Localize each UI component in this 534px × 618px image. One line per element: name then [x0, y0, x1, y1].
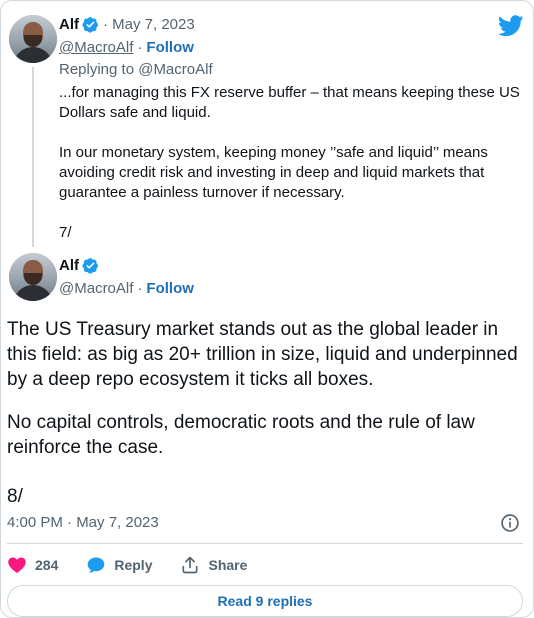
verified-badge-icon: [82, 258, 98, 274]
share-label: Share: [208, 557, 248, 573]
replying-to: Replying to @MacroAlf: [59, 61, 213, 78]
divider: [7, 543, 523, 544]
tweet2-handle-row: @MacroAlf · Follow: [59, 280, 194, 297]
like-count: 284: [35, 557, 59, 573]
avatar[interactable]: [9, 253, 57, 301]
author-name[interactable]: Alf: [59, 257, 79, 274]
reply-label: Reply: [114, 557, 153, 573]
avatar[interactable]: [9, 15, 57, 63]
info-icon[interactable]: [500, 513, 520, 533]
tweet-date[interactable]: · May 7, 2023: [103, 16, 195, 33]
tweet2-paragraph: The US Treasury market stands out as the…: [7, 319, 518, 390]
share-button[interactable]: Share: [180, 555, 247, 575]
author-handle[interactable]: @MacroAlf: [59, 39, 133, 56]
reply-button[interactable]: Reply: [86, 555, 152, 575]
tweet1-author-row: Alf · May 7, 2023: [59, 16, 195, 33]
author-handle[interactable]: @MacroAlf: [59, 280, 133, 297]
follow-button[interactable]: Follow: [146, 280, 194, 297]
tweet1-paragraph: In our monetary system, keeping money ’’…: [59, 144, 488, 201]
verified-badge-icon: [82, 17, 98, 33]
follow-button[interactable]: Follow: [146, 39, 194, 56]
author-name[interactable]: Alf: [59, 16, 79, 33]
read-replies-button[interactable]: Read 9 replies: [7, 585, 523, 617]
separator: ·: [137, 39, 143, 56]
twitter-bird-icon[interactable]: [498, 15, 524, 37]
separator: ·: [137, 280, 143, 297]
tweet2-thread-number: 8/: [7, 486, 23, 507]
share-upload-icon: [182, 556, 198, 574]
tweet2-paragraph: No capital controls, democratic roots an…: [7, 412, 475, 458]
tweet-timestamp[interactable]: 4:00 PM · May 7, 2023: [7, 514, 159, 531]
tweet1-handle-row: @MacroAlf · Follow: [59, 39, 194, 56]
thread-connector-line: [32, 67, 34, 247]
heart-icon: [8, 557, 26, 573]
speech-bubble-icon: [88, 557, 105, 573]
action-bar: 284 Reply Share: [7, 553, 275, 577]
like-button[interactable]: 284: [7, 555, 58, 575]
tweet1-paragraph: ...for managing this FX reserve buffer –…: [59, 84, 520, 121]
tweet-embed-card: Alf · May 7, 2023 @MacroAlf · Follow Rep…: [0, 0, 534, 618]
tweet1-thread-number: 7/: [59, 224, 72, 241]
tweet2-author-row: Alf: [59, 257, 99, 274]
